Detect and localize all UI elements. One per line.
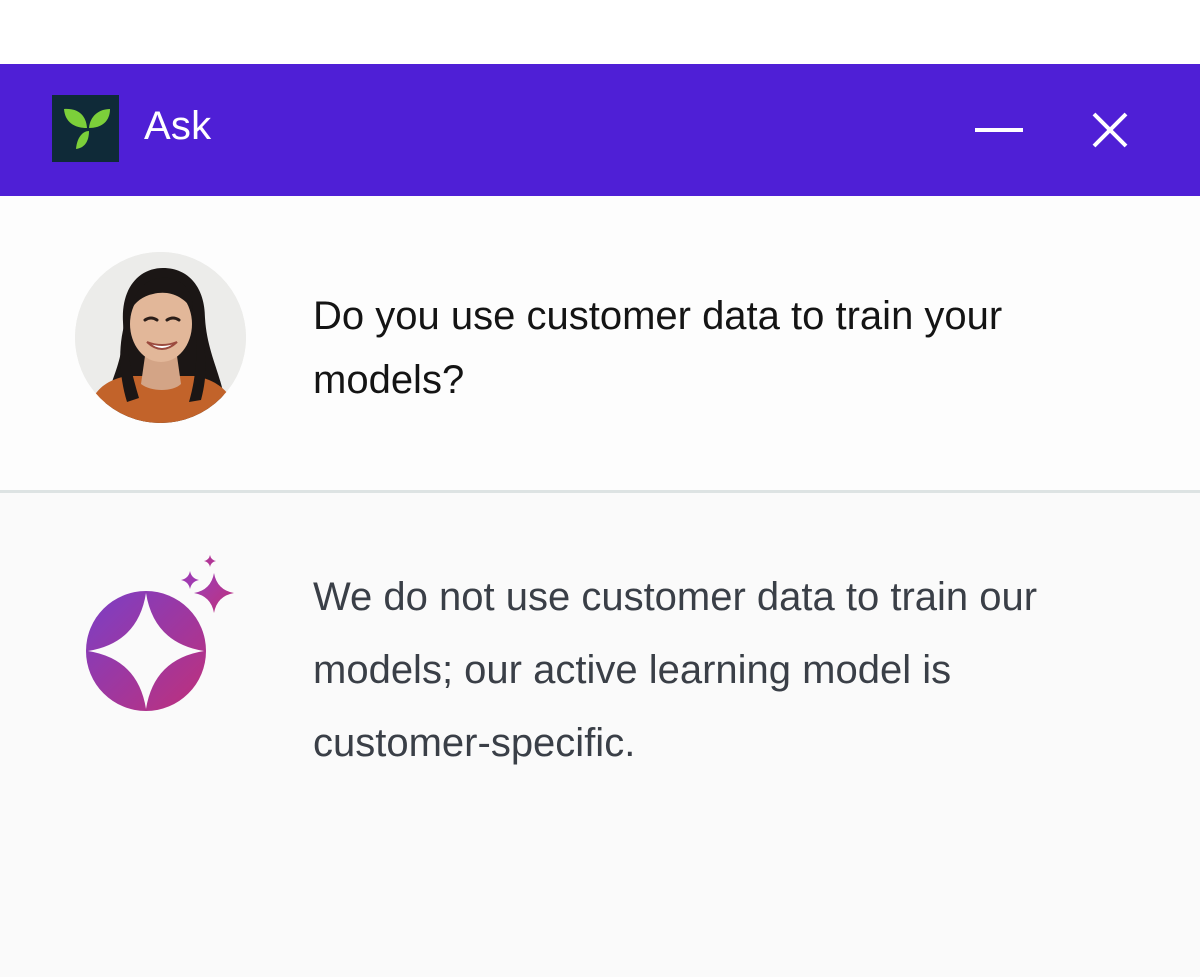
leaf-logo-icon <box>52 95 119 162</box>
ai-sparkle-icon <box>82 553 242 713</box>
title-bar: Ask <box>0 64 1200 196</box>
user-avatar <box>75 252 246 423</box>
user-question: Do you use customer data to train your m… <box>0 196 1200 491</box>
question-text: Do you use customer data to train your m… <box>313 294 1003 402</box>
minimize-button[interactable] <box>970 102 1026 158</box>
minimize-icon <box>975 128 1023 132</box>
ai-answer: We do not use customer data to train our… <box>0 493 1200 977</box>
close-button[interactable] <box>1082 102 1138 158</box>
top-margin <box>0 0 1200 64</box>
answer-text: We do not use customer data to train our… <box>313 575 1038 765</box>
window-title: Ask <box>144 104 212 148</box>
close-icon <box>1092 112 1128 148</box>
